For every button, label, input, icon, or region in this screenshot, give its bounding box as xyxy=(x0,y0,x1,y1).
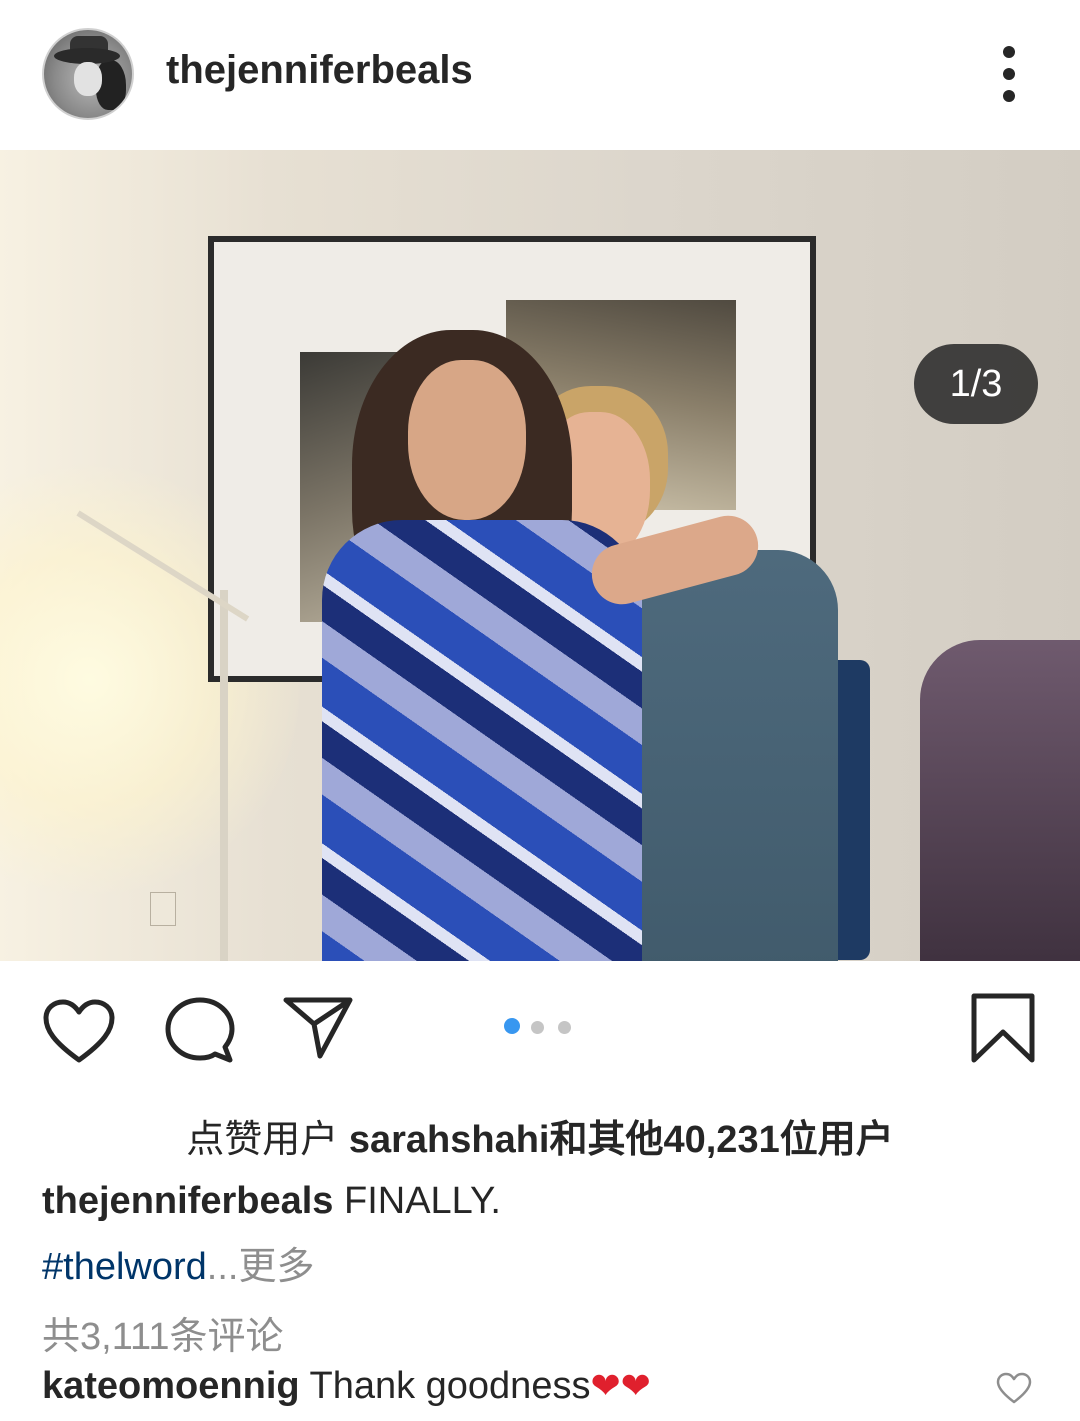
post-username[interactable]: thejenniferbeals xyxy=(166,48,473,93)
comment-username[interactable]: kateomoennig xyxy=(42,1365,300,1407)
carousel-dot-2 xyxy=(531,1021,544,1034)
carousel-dot-3 xyxy=(558,1021,571,1034)
likes-prefix: 点赞用户 xyxy=(186,1119,349,1161)
photo-lamp-pole xyxy=(220,590,228,961)
photo-person1-face xyxy=(408,360,526,520)
heart-icon[interactable] xyxy=(42,998,116,1064)
likes-summary[interactable]: 点赞用户 sarahshahi和其他40,231位用户 xyxy=(0,1108,1080,1163)
likes-user[interactable]: sarahshahi xyxy=(349,1119,550,1161)
comment-row: kateomoennig Thank goodness❤❤ xyxy=(42,1365,651,1408)
post-photo[interactable]: 1/3 xyxy=(0,150,1080,961)
photo-outlet xyxy=(150,892,176,926)
carousel-dot-1 xyxy=(504,1018,520,1034)
likes-suffix[interactable]: 和其他40,231位用户 xyxy=(549,1119,893,1161)
comment-heart-icon[interactable] xyxy=(996,1372,1032,1404)
comment-icon[interactable] xyxy=(164,996,236,1064)
caption-more-link[interactable]: ...更多 xyxy=(207,1246,315,1288)
photo-person-right xyxy=(920,640,1080,961)
post-header: thejenniferbeals xyxy=(0,0,1080,150)
image-counter: 1/3 xyxy=(914,344,1038,424)
caption-username[interactable]: thejenniferbeals xyxy=(42,1180,333,1222)
caption-hashtag-line: #thelword...更多 xyxy=(42,1235,314,1290)
bookmark-icon[interactable] xyxy=(970,992,1036,1064)
hashtag-link[interactable]: #thelword xyxy=(42,1246,207,1288)
caption: thejenniferbeals FINALLY. xyxy=(42,1180,501,1223)
avatar-face xyxy=(74,62,102,96)
view-all-comments-link[interactable]: 共3,111条评论 xyxy=(42,1305,283,1360)
caption-text: FINALLY. xyxy=(333,1180,501,1222)
comment-text: Thank goodness xyxy=(299,1365,591,1407)
carousel-indicator xyxy=(504,1018,585,1034)
comment-hearts: ❤❤ xyxy=(590,1365,651,1406)
avatar[interactable] xyxy=(42,28,134,120)
more-options-icon[interactable] xyxy=(994,46,1024,102)
share-icon[interactable] xyxy=(282,996,354,1060)
